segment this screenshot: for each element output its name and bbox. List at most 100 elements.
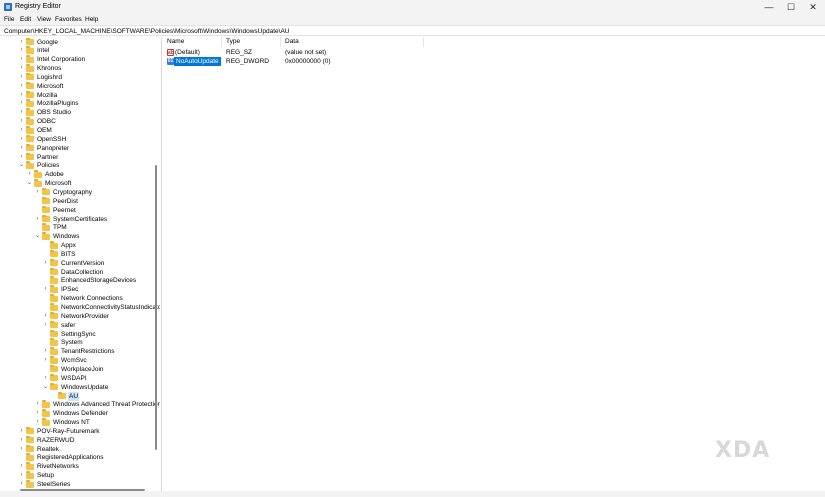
key-tree-pane[interactable]: › Google › Intel › Intel Corporation › Khronos ›…	[0, 37, 160, 497]
menu-view[interactable]: View	[37, 16, 51, 23]
chevron-right-icon[interactable]: ›	[18, 91, 25, 100]
chevron-right-icon[interactable]: ›	[18, 445, 25, 454]
tree-item[interactable]: › WSDAPI	[42, 373, 160, 383]
chevron-right-icon[interactable]: ›	[42, 321, 49, 330]
tree-item[interactable]: › Adobe	[26, 170, 160, 179]
tree-item[interactable]: › ODBC	[18, 117, 158, 126]
tree-item[interactable]: › WcmSvc	[42, 356, 160, 365]
tree-item[interactable]: › Cryptography	[34, 187, 160, 197]
tree-item[interactable]: ⌄ WindowsUpdate	[42, 382, 160, 392]
chevron-down-icon[interactable]: ⌄	[18, 161, 25, 170]
chevron-right-icon[interactable]: ›	[34, 188, 41, 197]
tree-item[interactable]: Peernet	[34, 205, 160, 215]
tree-item[interactable]: › OEM	[18, 126, 158, 135]
chevron-right-icon[interactable]: ›	[18, 108, 25, 117]
chevron-right-icon[interactable]: ›	[42, 285, 49, 294]
address-path[interactable]: Computer\HKEY_LOCAL_MACHINE\SOFTWARE\Pol…	[4, 28, 289, 35]
tree-item[interactable]: › RivetNetworks	[18, 462, 158, 471]
tree-item[interactable]: EnhancedStorageDevices	[42, 276, 160, 285]
chevron-right-icon[interactable]: ›	[42, 356, 49, 365]
chevron-down-icon[interactable]: ⌄	[42, 383, 49, 392]
menu-file[interactable]: File	[4, 16, 14, 23]
chevron-right-icon[interactable]: ›	[34, 215, 41, 224]
chevron-right-icon[interactable]: ›	[18, 480, 25, 489]
chevron-right-icon[interactable]: ›	[18, 135, 25, 144]
tree-item[interactable]: ⌄ Windows	[34, 232, 160, 241]
tree-item[interactable]: › MozillaPlugins	[18, 99, 158, 108]
chevron-right-icon[interactable]: ›	[18, 436, 25, 445]
tree-item[interactable]: › NetworkProvider	[42, 311, 160, 321]
chevron-right-icon[interactable]: ›	[18, 82, 25, 91]
tree-item[interactable]: › Google	[18, 37, 158, 47]
tree-item[interactable]: › TenantRestrictions	[42, 347, 160, 356]
tree-item[interactable]: WorkplaceJoin	[42, 364, 160, 374]
tree-item[interactable]: Network Connections	[42, 294, 160, 303]
tree-item[interactable]: System	[42, 338, 160, 347]
chevron-right-icon[interactable]: ›	[34, 400, 41, 409]
tree-item[interactable]: › Panopreter	[18, 143, 158, 153]
value-row-selected[interactable]: 01 NoAutoUpdate REG_DWORD 0x00000000 (0)	[163, 57, 463, 66]
tree-item[interactable]: › CurrentVersion	[42, 258, 160, 268]
tree-item[interactable]: › Windows Advanced Threat Protection	[34, 400, 160, 409]
tree-item[interactable]: Appx	[42, 241, 160, 250]
chevron-right-icon[interactable]: ›	[18, 99, 25, 108]
tree-item[interactable]: › Realtek	[18, 444, 158, 454]
chevron-right-icon[interactable]: ›	[18, 38, 25, 47]
tree-item[interactable]: TPM	[34, 223, 160, 232]
chevron-right-icon[interactable]: ›	[18, 126, 25, 135]
column-header-type[interactable]: Type	[226, 38, 240, 45]
tree-item[interactable]: › Khronos	[18, 64, 158, 73]
chevron-down-icon[interactable]: ⌄	[34, 232, 41, 241]
tree-item[interactable]: › RAZERWUD	[18, 435, 158, 445]
chevron-right-icon[interactable]: ›	[26, 170, 33, 179]
tree-item[interactable]: SettingSync	[42, 329, 160, 339]
column-divider[interactable]	[280, 37, 281, 47]
menu-favorites[interactable]: Favorites	[55, 16, 82, 23]
chevron-right-icon[interactable]: ›	[18, 55, 25, 64]
column-divider[interactable]	[221, 37, 222, 47]
chevron-right-icon[interactable]: ›	[18, 471, 25, 480]
tree-item[interactable]: ⌄ Policies	[18, 161, 158, 170]
tree-item[interactable]: › Windows Defender	[34, 409, 160, 418]
tree-item[interactable]: › Windows NT	[34, 418, 160, 427]
chevron-right-icon[interactable]: ›	[34, 409, 41, 418]
chevron-right-icon[interactable]: ›	[18, 46, 25, 55]
address-bar[interactable]: Computer\HKEY_LOCAL_MACHINE\SOFTWARE\Pol…	[0, 25, 825, 36]
tree-item[interactable]: PeerDist	[34, 196, 160, 206]
tree-item[interactable]: BITS	[42, 249, 160, 259]
tree-item[interactable]: › SystemCertificates	[34, 214, 160, 224]
chevron-right-icon[interactable]: ›	[42, 312, 49, 321]
tree-item[interactable]: › Setup	[18, 471, 158, 480]
tree-item[interactable]: › OBS Studio	[18, 108, 158, 117]
chevron-right-icon[interactable]: ›	[18, 144, 25, 153]
tree-item[interactable]: › Mozilla	[18, 90, 158, 100]
tree-item[interactable]: RegisteredApplications	[18, 453, 158, 462]
chevron-right-icon[interactable]: ›	[18, 117, 25, 126]
tree-item[interactable]: › safer	[42, 320, 160, 330]
chevron-down-icon[interactable]: ⌄	[26, 179, 33, 188]
pane-splitter[interactable]	[161, 37, 162, 497]
chevron-right-icon[interactable]: ›	[18, 73, 25, 82]
column-header-name[interactable]: Name	[167, 38, 184, 45]
tree-item[interactable]: DataCollection	[42, 267, 160, 277]
tree-item[interactable]: AU	[50, 391, 160, 401]
chevron-right-icon[interactable]: ›	[42, 347, 49, 356]
chevron-right-icon[interactable]: ›	[18, 427, 25, 436]
close-button[interactable]: ✕	[799, 0, 825, 15]
chevron-right-icon[interactable]: ›	[18, 64, 25, 73]
tree-item[interactable]: NetworkConnectivityStatusIndicator	[42, 303, 160, 312]
tree-vertical-scrollbar[interactable]	[155, 165, 157, 450]
value-row[interactable]: ab (Default) REG_SZ (value not set)	[163, 48, 463, 57]
tree-item[interactable]: › POV-Ray-Futuremark	[18, 426, 158, 436]
tree-item[interactable]: › Microsoft	[18, 81, 158, 91]
tree-item[interactable]: › IPSec	[42, 285, 160, 294]
column-header-data[interactable]: Data	[285, 38, 299, 45]
tree-item[interactable]: › Logishrd	[18, 72, 158, 82]
tree-item[interactable]: › Intel Corporation	[18, 55, 158, 64]
tree-item[interactable]: › OpenSSH	[18, 134, 158, 144]
menu-help[interactable]: Help	[85, 16, 98, 23]
menu-edit[interactable]: Edit	[20, 16, 31, 23]
chevron-right-icon[interactable]: ›	[34, 418, 41, 427]
tree-item[interactable]: ⌄ Microsoft	[26, 179, 160, 188]
tree-item[interactable]: › Intel	[18, 46, 158, 55]
